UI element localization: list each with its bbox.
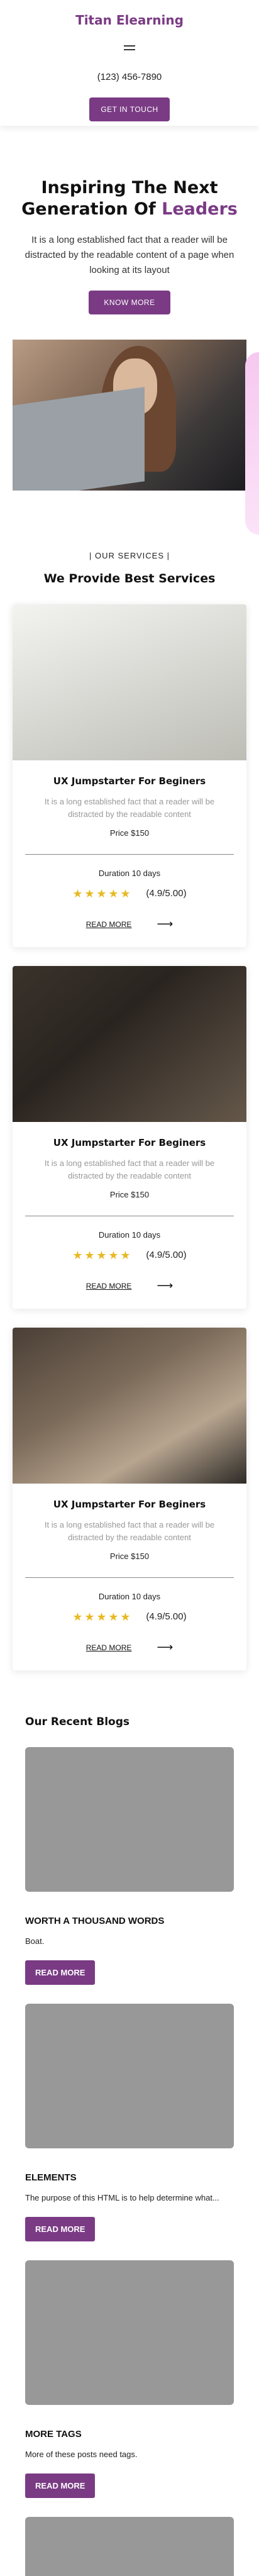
services-title: We Provide Best Services [43,572,216,586]
read-more-link[interactable]: READ MORE ⟶ [13,1641,246,1654]
divider [25,854,234,855]
read-more-label[interactable]: READ MORE [86,1643,132,1652]
blog-read-more-button[interactable]: READ MORE [25,2473,96,2498]
star-icon: ★ [84,887,95,900]
arrow-right-icon[interactable]: ⟶ [157,1279,173,1292]
blog-title[interactable]: ELEMENTS [25,2172,234,2183]
blog-post: WORTH A THOUSAND WORDS Boat. READ MORE [25,1747,234,1985]
site-header: Titan Elearning (123) 456-7890 GET IN TO… [0,0,259,126]
rating-text: (4.9/5.00) [146,888,187,899]
rating-text: (4.9/5.00) [146,1611,187,1622]
service-card-title[interactable]: UX Jumpstarter For Beginers [13,1499,246,1510]
service-card-image [13,604,246,760]
blog-excerpt: More of these posts need tags. [25,2450,138,2459]
arrow-right-icon[interactable]: ⟶ [157,1641,173,1654]
rating: ★ ★ ★ ★ ★ (4.9/5.00) [13,1610,246,1623]
page: Titan Elearning (123) 456-7890 GET IN TO… [0,0,259,2576]
read-more-link[interactable]: READ MORE ⟶ [13,1279,246,1292]
service-card-price: Price $150 [109,828,150,838]
rating: ★ ★ ★ ★ ★ (4.9/5.00) [13,1248,246,1262]
hero-text: It is a long established fact that a rea… [25,235,234,275]
rating-text: (4.9/5.00) [146,1250,187,1260]
service-card-image [13,1328,246,1484]
blog-post: ELEMENTS The purpose of this HTML is to … [25,2004,234,2241]
blog-image[interactable] [25,2004,234,2148]
blog-post: MORE TAGS More of these posts need tags.… [25,2260,234,2498]
star-icon: ★ [96,1248,107,1262]
hero-title: Inspiring The Next Generation Of Leaders [21,178,238,219]
service-card-title[interactable]: UX Jumpstarter For Beginers [13,775,246,787]
blog-excerpt: Boat. [25,1936,45,1946]
star-icon: ★ [72,1610,83,1623]
arrow-right-icon[interactable]: ⟶ [157,918,173,931]
hero-image [13,340,246,491]
read-more-label[interactable]: READ MORE [86,920,132,929]
services-tag: | OUR SERVICES | [89,551,170,560]
hero-section: Inspiring The Next Generation Of Leaders… [0,126,259,491]
blog-excerpt: The purpose of this HTML is to help dete… [25,2193,219,2202]
blog-post [25,2517,234,2576]
phone-number[interactable]: (123) 456-7890 [0,72,259,82]
blog-title[interactable]: WORTH A THOUSAND WORDS [25,1916,234,1926]
star-icon: ★ [120,1248,131,1262]
service-card-duration: Duration 10 days [98,1592,161,1601]
service-card: UX Jumpstarter For Beginers It is a long… [13,604,246,947]
hero-title-accent: Leaders [162,199,238,219]
brand-logo[interactable]: Titan Elearning [0,0,259,28]
blog-image[interactable] [25,1747,234,1892]
star-icon: ★ [120,887,131,900]
get-in-touch-button[interactable]: GET IN TOUCH [89,97,170,121]
star-icon: ★ [96,887,107,900]
rating: ★ ★ ★ ★ ★ (4.9/5.00) [13,888,246,899]
service-card-duration: Duration 10 days [98,869,161,878]
read-more-label[interactable]: READ MORE [86,1282,132,1291]
star-icon: ★ [108,1248,119,1262]
services-section: | OUR SERVICES | We Provide Best Service… [0,551,259,1670]
know-more-button[interactable]: KNOW MORE [89,291,170,314]
menu-icon[interactable] [124,45,135,52]
service-card-title[interactable]: UX Jumpstarter For Beginers [13,1137,246,1148]
star-icon: ★ [108,887,119,900]
read-more-link[interactable]: READ MORE ⟶ [13,918,246,931]
blogs-title: Our Recent Blogs [25,1716,130,1728]
star-icon: ★ [84,1248,95,1262]
service-card: UX Jumpstarter For Beginers It is a long… [13,1328,246,1670]
divider [25,1577,234,1578]
service-card-text: It is a long established fact that a rea… [44,1520,215,1542]
blog-read-more-button[interactable]: READ MORE [25,2217,96,2241]
blogs-section: Our Recent Blogs WORTH A THOUSAND WORDS … [0,1716,259,2576]
service-card-price: Price $150 [109,1552,150,1561]
blog-title[interactable]: MORE TAGS [25,2429,234,2440]
service-card-text: It is a long established fact that a rea… [44,797,215,819]
star-icon: ★ [108,1610,119,1623]
service-card-text: It is a long established fact that a rea… [44,1158,215,1180]
decorative-stripe [245,352,259,535]
service-card-duration: Duration 10 days [98,1230,161,1240]
service-card: UX Jumpstarter For Beginers It is a long… [13,966,246,1309]
blog-image[interactable] [25,2517,234,2576]
blog-read-more-button[interactable]: READ MORE [25,1960,96,1985]
star-icon: ★ [120,1610,131,1623]
star-icon: ★ [72,887,83,900]
service-card-image [13,966,246,1122]
star-icon: ★ [84,1610,95,1623]
blog-image[interactable] [25,2260,234,2405]
star-icon: ★ [96,1610,107,1623]
star-icon: ★ [72,1248,83,1262]
service-card-price: Price $150 [109,1190,150,1199]
